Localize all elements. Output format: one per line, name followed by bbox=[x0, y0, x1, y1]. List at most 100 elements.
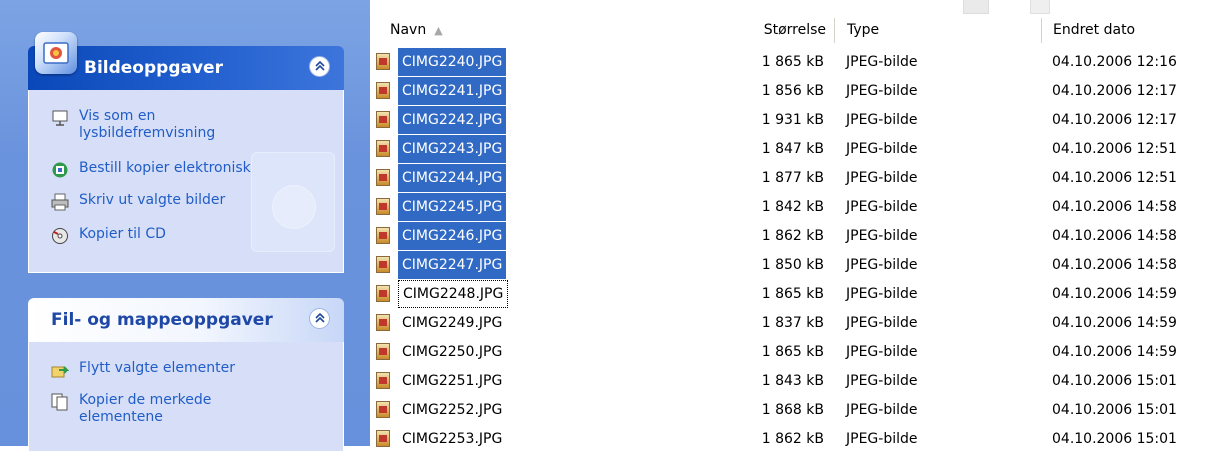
file-row[interactable]: CIMG2251.JPG 1 843 kB JPEG-bilde 04.10.2006… bbox=[370, 367, 1206, 395]
sort-ascending-icon: ▲ bbox=[434, 24, 443, 37]
file-name[interactable]: CIMG2252.JPG bbox=[398, 396, 506, 424]
jpeg-file-icon bbox=[376, 111, 390, 128]
file-modified-date: 04.10.2006 14:58 bbox=[1052, 228, 1177, 244]
file-tasks-title: Fil- og mappeoppgaver bbox=[51, 310, 273, 330]
jpeg-file-icon bbox=[376, 372, 390, 389]
task-move-label: Flytt valgte elementer bbox=[79, 360, 235, 376]
file-row[interactable]: CIMG2245.JPG 1 842 kB JPEG-bilde 04.10.2006… bbox=[370, 193, 1206, 221]
file-row[interactable]: CIMG2252.JPG 1 868 kB JPEG-bilde 04.10.2006… bbox=[370, 396, 1206, 424]
file-modified-date: 04.10.2006 12:51 bbox=[1052, 141, 1177, 157]
column-header-type-label: Type bbox=[847, 22, 880, 38]
column-header-name[interactable]: Navn ▲ bbox=[390, 18, 766, 43]
task-copy[interactable]: Kopier de merkede elementene bbox=[51, 392, 279, 426]
task-order-prints[interactable]: Bestill kopier elektronisk bbox=[51, 160, 251, 179]
file-size: 1 862 kB bbox=[761, 431, 824, 447]
file-row[interactable]: CIMG2247.JPG 1 850 kB JPEG-bilde 04.10.2006… bbox=[370, 251, 1206, 279]
chevron-up-icon bbox=[314, 312, 325, 325]
file-name[interactable]: CIMG2248.JPG bbox=[398, 280, 509, 308]
file-modified-date: 04.10.2006 14:59 bbox=[1052, 344, 1177, 360]
file-size: 1 877 kB bbox=[761, 170, 824, 186]
file-modified-date: 04.10.2006 15:01 bbox=[1052, 373, 1177, 389]
task-burn-cd-label: Kopier til CD bbox=[79, 226, 166, 242]
file-tasks-panel: Flytt valgte elementer Kopier de merkede… bbox=[28, 342, 344, 452]
file-size: 1 843 kB bbox=[761, 373, 824, 389]
file-size: 1 862 kB bbox=[761, 228, 824, 244]
file-type: JPEG-bilde bbox=[846, 141, 918, 157]
file-type: JPEG-bilde bbox=[846, 83, 918, 99]
jpeg-file-icon bbox=[376, 430, 390, 447]
file-type: JPEG-bilde bbox=[846, 315, 918, 331]
file-size: 1 847 kB bbox=[761, 141, 824, 157]
chevron-up-icon bbox=[314, 60, 325, 73]
task-print[interactable]: Skriv ut valgte bilder bbox=[51, 192, 225, 211]
file-row[interactable]: CIMG2250.JPG 1 865 kB JPEG-bilde 04.10.2006… bbox=[370, 338, 1206, 366]
task-burn-cd[interactable]: Kopier til CD bbox=[51, 226, 166, 245]
file-modified-date: 04.10.2006 14:58 bbox=[1052, 257, 1177, 273]
file-name[interactable]: CIMG2245.JPG bbox=[398, 193, 507, 221]
file-name[interactable]: CIMG2247.JPG bbox=[398, 251, 507, 279]
column-header-type[interactable]: Type bbox=[834, 18, 1040, 43]
file-size: 1 865 kB bbox=[761, 286, 824, 302]
file-row[interactable]: CIMG2244.JPG 1 877 kB JPEG-bilde 04.10.2006… bbox=[370, 164, 1206, 192]
jpeg-file-icon bbox=[376, 227, 390, 244]
background-decoration bbox=[963, 0, 989, 14]
background-decoration bbox=[1030, 0, 1050, 14]
task-move[interactable]: Flytt valgte elementer bbox=[51, 360, 235, 379]
jpeg-file-icon bbox=[376, 169, 390, 186]
file-row[interactable]: CIMG2242.JPG 1 931 kB JPEG-bilde 04.10.2006… bbox=[370, 106, 1206, 134]
slideshow-icon bbox=[51, 109, 69, 127]
file-row[interactable]: CIMG2248.JPG 1 865 kB JPEG-bilde 04.10.2006… bbox=[370, 280, 1206, 308]
file-modified-date: 04.10.2006 15:01 bbox=[1052, 402, 1177, 418]
file-name[interactable]: CIMG2250.JPG bbox=[398, 338, 506, 366]
file-row[interactable]: CIMG2246.JPG 1 862 kB JPEG-bilde 04.10.2006… bbox=[370, 222, 1206, 250]
burn-cd-icon bbox=[51, 227, 69, 245]
task-slideshow[interactable]: Vis som en lysbildefremvisning bbox=[51, 108, 279, 142]
task-copy-label: Kopier de merkede elementene bbox=[79, 392, 212, 425]
file-row[interactable]: CIMG2240.JPG 1 865 kB JPEG-bilde 04.10.2006… bbox=[370, 48, 1206, 76]
file-type: JPEG-bilde bbox=[846, 112, 918, 128]
picture-tasks-collapse-button[interactable] bbox=[309, 56, 330, 77]
file-name[interactable]: CIMG2251.JPG bbox=[398, 367, 506, 395]
file-name[interactable]: CIMG2249.JPG bbox=[398, 309, 506, 337]
file-name[interactable]: CIMG2243.JPG bbox=[398, 135, 507, 163]
task-order-prints-label: Bestill kopier elektronisk bbox=[79, 160, 251, 176]
file-size: 1 856 kB bbox=[761, 83, 824, 99]
order-prints-icon bbox=[51, 161, 69, 179]
print-icon bbox=[51, 193, 69, 211]
file-row[interactable]: CIMG2243.JPG 1 847 kB JPEG-bilde 04.10.2006… bbox=[370, 135, 1206, 163]
file-size: 1 931 kB bbox=[761, 112, 824, 128]
file-modified-date: 04.10.2006 14:59 bbox=[1052, 286, 1177, 302]
file-name[interactable]: CIMG2244.JPG bbox=[398, 164, 507, 192]
jpeg-file-icon bbox=[376, 53, 390, 70]
file-row[interactable]: CIMG2253.JPG 1 862 kB JPEG-bilde 04.10.2006… bbox=[370, 425, 1206, 453]
file-type: JPEG-bilde bbox=[846, 344, 918, 360]
file-tasks-collapse-button[interactable] bbox=[309, 308, 330, 329]
jpeg-file-icon bbox=[376, 256, 390, 273]
file-list: Navn ▲ Størrelse Type Endret dato CIMG224… bbox=[370, 0, 1206, 447]
file-size: 1 842 kB bbox=[761, 199, 824, 215]
file-name[interactable]: CIMG2246.JPG bbox=[398, 222, 507, 250]
file-row[interactable]: CIMG2241.JPG 1 856 kB JPEG-bilde 04.10.2006… bbox=[370, 77, 1206, 105]
jpeg-file-icon bbox=[376, 285, 390, 302]
file-size: 1 868 kB bbox=[761, 402, 824, 418]
file-type: JPEG-bilde bbox=[846, 257, 918, 273]
column-header-date-label: Endret dato bbox=[1053, 22, 1136, 38]
column-header-name-label: Navn bbox=[390, 22, 427, 38]
column-header-date[interactable]: Endret dato bbox=[1041, 18, 1206, 43]
picture-tasks-header[interactable]: Bildeoppgaver bbox=[28, 32, 344, 90]
file-name[interactable]: CIMG2240.JPG bbox=[398, 48, 507, 76]
file-name[interactable]: CIMG2253.JPG bbox=[398, 425, 506, 453]
picture-tasks-panel: Vis som en lysbildefremvisning Bestill k… bbox=[28, 90, 344, 273]
jpeg-file-icon bbox=[376, 343, 390, 360]
file-size: 1 865 kB bbox=[761, 54, 824, 70]
file-name[interactable]: CIMG2241.JPG bbox=[398, 77, 507, 105]
task-print-label: Skriv ut valgte bilder bbox=[79, 192, 226, 208]
file-row[interactable]: CIMG2249.JPG 1 837 kB JPEG-bilde 04.10.2006… bbox=[370, 309, 1206, 337]
file-modified-date: 04.10.2006 12:16 bbox=[1052, 54, 1177, 70]
file-name[interactable]: CIMG2242.JPG bbox=[398, 106, 507, 134]
column-header-size[interactable]: Størrelse bbox=[754, 18, 832, 43]
file-modified-date: 04.10.2006 14:59 bbox=[1052, 315, 1177, 331]
file-modified-date: 04.10.2006 12:17 bbox=[1052, 83, 1177, 99]
file-tasks-header[interactable]: Fil- og mappeoppgaver bbox=[28, 298, 344, 342]
column-header-size-label: Størrelse bbox=[763, 22, 826, 38]
